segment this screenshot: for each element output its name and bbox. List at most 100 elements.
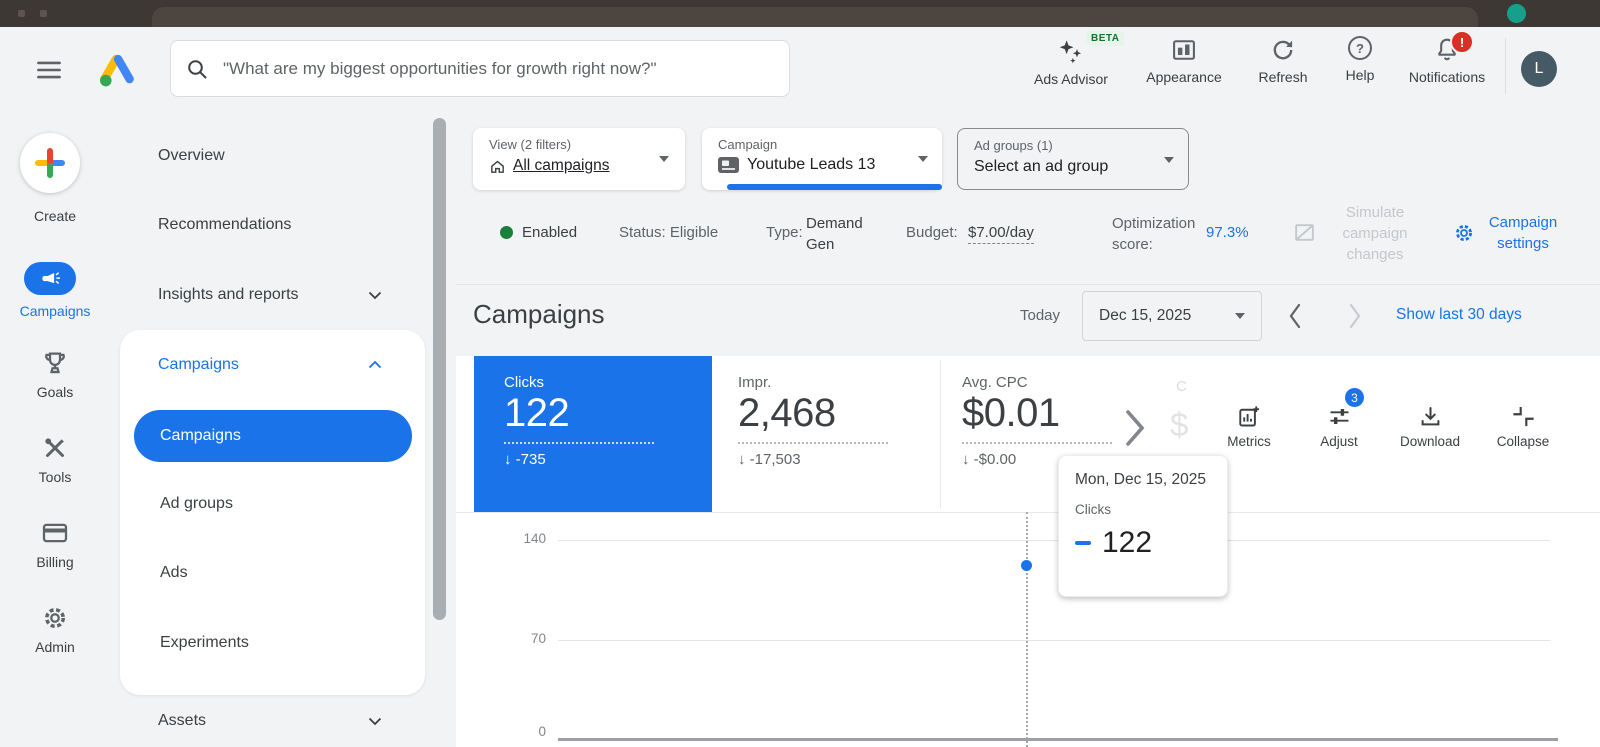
simulate-disabled-icon	[1295, 224, 1314, 241]
browser-control-icon[interactable]	[40, 10, 47, 17]
x-axis-line	[558, 738, 1558, 741]
next-metrics-chevron[interactable]	[1124, 408, 1148, 448]
adgroup-filter-dropdown[interactable]: Ad groups (1) Select an ad group	[957, 128, 1189, 190]
metric-value: 122	[504, 391, 570, 435]
campaign-filter-value: Youtube Leads 13	[747, 156, 876, 173]
chart-tooltip: Mon, Dec 15, 2025 Clicks 122	[1058, 455, 1228, 597]
today-label: Today	[1020, 307, 1061, 324]
browser-extension-icon[interactable]	[1507, 4, 1526, 23]
subnav-item-overview[interactable]: Overview	[158, 147, 225, 165]
date-value: Dec 15, 2025	[1099, 307, 1192, 324]
enabled-status-dot	[500, 226, 513, 239]
campaign-settings-label[interactable]: Campaign settings	[1480, 212, 1566, 254]
header-divider	[1505, 38, 1506, 94]
refresh-label: Refresh	[1258, 69, 1308, 85]
avatar[interactable]: L	[1521, 51, 1557, 87]
goals-label: Goals	[36, 384, 74, 400]
appearance-icon	[1173, 40, 1195, 60]
down-arrow-icon: ↓	[962, 451, 970, 468]
adgroup-filter-label: Ad groups (1)	[974, 138, 1053, 153]
hamburger-icon	[37, 61, 61, 79]
chevron-up-icon[interactable]	[368, 360, 382, 369]
download-label: Download	[1399, 434, 1461, 449]
search-icon	[188, 59, 207, 78]
simulate-changes-label: Simulate campaign changes	[1342, 204, 1408, 263]
adjust-button[interactable]: Adjust	[1302, 403, 1376, 449]
dropdown-caret-icon	[659, 156, 669, 162]
budget-value[interactable]: $7.00/day	[968, 224, 1034, 244]
down-arrow-icon: ↓	[738, 451, 746, 468]
metric-label: Avg. CPC	[962, 374, 1028, 391]
next-date-chevron	[1349, 303, 1361, 329]
subnav-item-insights[interactable]: Insights and reports	[158, 286, 299, 304]
dropdown-caret-icon	[1164, 157, 1174, 163]
search-input[interactable]	[221, 57, 775, 80]
browser-address-bar[interactable]	[152, 7, 1478, 27]
metric-card-clicks[interactable]: Clicks 122 ↓ -735	[474, 356, 712, 512]
metric-separator	[962, 442, 1112, 444]
subnav-campaigns-header[interactable]: Campaigns	[158, 356, 239, 374]
create-label: Create	[33, 208, 77, 224]
chevron-down-icon[interactable]	[368, 291, 382, 300]
gear-icon	[45, 608, 65, 628]
rail-item-tools[interactable]: Tools	[0, 433, 110, 485]
view-filter-dropdown[interactable]: View (2 filters) All campaigns	[473, 128, 685, 190]
subnav-item-assets[interactable]: Assets	[158, 712, 206, 730]
adjust-label: Adjust	[1320, 434, 1358, 449]
browser-control-icon[interactable]	[18, 10, 25, 17]
notifications-label: Notifications	[1408, 69, 1486, 85]
rail-item-admin[interactable]: Admin	[0, 603, 110, 655]
metric-delta: ↓ -735	[504, 451, 546, 468]
campaign-settings-button[interactable]	[1452, 221, 1476, 250]
gridline-140	[558, 540, 1550, 541]
subnav-scrollbar[interactable]	[433, 118, 446, 620]
view-filter-label: View (2 filters)	[489, 137, 572, 152]
clicks-data-point[interactable]	[1021, 560, 1032, 571]
adjust-count-badge: 3	[1345, 388, 1364, 407]
main-menu-button[interactable]	[32, 53, 66, 87]
metrics-chart-icon	[1238, 406, 1259, 427]
home-icon	[491, 160, 504, 173]
dropdown-caret-icon	[918, 156, 928, 162]
ads-advisor-label: Ads Advisor	[1034, 71, 1108, 87]
type-value: Demand Gen	[806, 215, 863, 253]
rail-item-billing[interactable]: Billing	[0, 518, 110, 570]
browser-chrome-bar	[0, 0, 1600, 27]
enabled-status[interactable]: Enabled	[522, 224, 577, 241]
section-divider	[456, 284, 1600, 285]
type-label: Type:	[766, 224, 803, 241]
metric-card-impressions[interactable]: Impr. 2,468 ↓ -17,503	[712, 356, 940, 512]
rail-item-goals[interactable]: Goals	[0, 348, 110, 400]
metric-strip-border	[456, 512, 1600, 513]
metrics-action-button[interactable]: Metrics	[1212, 403, 1286, 449]
subnav-item-experiments[interactable]: Experiments	[160, 634, 249, 652]
google-ads-logo[interactable]	[96, 48, 138, 95]
rail-item-campaigns[interactable]	[24, 262, 76, 295]
campaign-filter-dropdown[interactable]: Campaign Youtube Leads 13	[702, 128, 942, 190]
prev-date-chevron[interactable]	[1287, 303, 1303, 329]
subnav-item-ads[interactable]: Ads	[160, 564, 188, 582]
metric-value: 2,468	[738, 391, 836, 435]
rail-item-campaigns-label: Campaigns	[19, 303, 91, 319]
show-last-30-days-link[interactable]: Show last 30 days	[1396, 306, 1522, 324]
notifications-button[interactable]: Notifications	[1392, 36, 1502, 85]
megaphone-icon	[42, 271, 61, 284]
trophy-icon	[45, 352, 65, 374]
subnav-item-recommendations[interactable]: Recommendations	[158, 216, 291, 234]
simulate-changes-button	[1292, 220, 1317, 250]
y-axis-tick-0: 0	[538, 724, 546, 739]
subnav-item-campaigns-active[interactable]: Campaigns	[134, 410, 412, 462]
download-button[interactable]: Download	[1393, 403, 1467, 449]
metric-separator	[738, 442, 888, 444]
chevron-down-icon[interactable]	[368, 717, 382, 726]
date-picker[interactable]: Dec 15, 2025	[1082, 291, 1262, 341]
appearance-button[interactable]: Appearance	[1129, 36, 1239, 85]
y-axis-tick-140: 140	[523, 531, 546, 546]
page-title: Campaigns	[473, 299, 605, 329]
y-axis-tick-70: 70	[530, 631, 546, 646]
hover-crosshair-line	[1026, 512, 1028, 747]
gridline-70	[558, 640, 1550, 641]
create-button[interactable]	[20, 133, 80, 193]
collapse-button[interactable]: Collapse	[1486, 403, 1560, 449]
subnav-item-ad-groups[interactable]: Ad groups	[160, 495, 233, 513]
